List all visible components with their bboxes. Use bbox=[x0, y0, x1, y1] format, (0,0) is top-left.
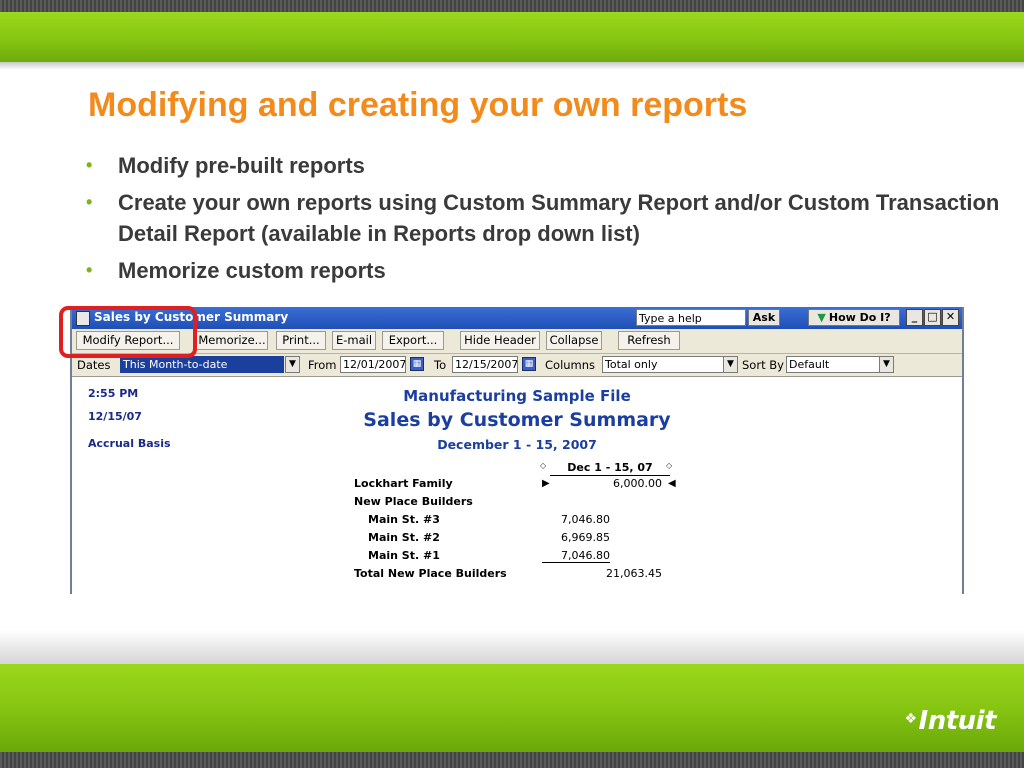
row-total: 21,063.45 bbox=[606, 567, 662, 580]
columns-select[interactable]: Total only bbox=[602, 356, 724, 373]
report-period: December 1 - 15, 2007 bbox=[437, 437, 597, 452]
table-row[interactable]: Main St. #1 7,046.80 bbox=[72, 549, 962, 567]
chevron-down-icon[interactable]: ▼ bbox=[285, 356, 300, 373]
row-label: Main St. #3 bbox=[368, 513, 440, 526]
collapse-button[interactable]: Collapse bbox=[546, 331, 602, 350]
filter-bar: Dates This Month-to-date ▼ From 12/01/20… bbox=[72, 354, 962, 377]
bullet-item: • Modify pre-built reports bbox=[80, 150, 1010, 181]
from-date-input[interactable]: 12/01/2007 bbox=[340, 356, 406, 373]
report-toolbar: Modify Report... Memorize... Print... E-… bbox=[72, 329, 962, 354]
hide-header-button[interactable]: Hide Header bbox=[460, 331, 540, 350]
row-label: New Place Builders bbox=[354, 495, 473, 508]
report-company: Manufacturing Sample File bbox=[403, 387, 631, 405]
sort-by-label: Sort By bbox=[742, 358, 784, 372]
row-label: Main St. #1 bbox=[368, 549, 440, 562]
calendar-icon[interactable]: ▦ bbox=[410, 357, 424, 371]
row-value: 7,046.80 bbox=[561, 513, 610, 526]
bullet-text: Modify pre-built reports bbox=[118, 153, 365, 178]
top-dark-strip bbox=[0, 0, 1024, 12]
memorize-button[interactable]: Memorize... bbox=[196, 331, 268, 350]
table-row[interactable]: Lockhart Family ▶ 6,000.00 ◀ bbox=[72, 477, 962, 495]
column-header[interactable]: Dec 1 - 15, 07 bbox=[550, 461, 670, 476]
bullet-text: Memorize custom reports bbox=[118, 258, 386, 283]
bullet-item: • Memorize custom reports bbox=[80, 255, 1010, 286]
to-label: To bbox=[434, 358, 447, 372]
triangle-right-icon: ▶ bbox=[542, 478, 550, 489]
slide-title: Modifying and creating your own reports bbox=[88, 86, 748, 124]
logo-text: Intuit bbox=[918, 706, 997, 736]
how-do-i-button[interactable]: ▼ How Do I? bbox=[808, 309, 900, 326]
intuit-logo: ❖Intuit bbox=[904, 706, 996, 736]
to-date-input[interactable]: 12/15/2007 bbox=[452, 356, 518, 373]
report-window: Sales by Customer Summary Type a help qu… bbox=[70, 307, 964, 594]
row-value: 7,046.80 bbox=[542, 549, 610, 563]
report-basis: Accrual Basis bbox=[88, 437, 171, 450]
print-button[interactable]: Print... bbox=[276, 331, 326, 350]
triangle-down-icon: ▼ bbox=[817, 311, 826, 324]
export-button[interactable]: Export... bbox=[382, 331, 444, 350]
column-resize-icon[interactable]: ◇ bbox=[666, 461, 672, 470]
report-body: 2:55 PM 12/15/07 Accrual Basis Manufactu… bbox=[72, 377, 962, 594]
bullet-list: • Modify pre-built reports • Create your o… bbox=[80, 150, 1010, 292]
report-title: Sales by Customer Summary bbox=[363, 409, 671, 431]
table-row[interactable]: Main St. #2 6,969.85 bbox=[72, 531, 962, 549]
chevron-down-icon[interactable]: ▼ bbox=[879, 356, 894, 373]
bottom-green-band bbox=[0, 664, 1024, 752]
bullet-text: Create your own reports using Custom Sum… bbox=[118, 190, 1000, 246]
window-titlebar[interactable]: Sales by Customer Summary Type a help qu… bbox=[72, 307, 962, 342]
column-resize-icon[interactable]: ◇ bbox=[540, 461, 546, 470]
table-row[interactable]: Main St. #3 7,046.80 bbox=[72, 513, 962, 531]
close-button[interactable]: ✕ bbox=[942, 309, 959, 326]
highlight-box bbox=[59, 306, 197, 358]
bottom-shadow bbox=[0, 630, 1024, 664]
dates-select[interactable]: This Month-to-date bbox=[120, 356, 284, 373]
logo-dots-icon: ❖ bbox=[904, 711, 917, 727]
top-shadow bbox=[0, 62, 1024, 70]
row-label: Main St. #2 bbox=[368, 531, 440, 544]
row-label: Total New Place Builders bbox=[354, 567, 507, 580]
report-date: 12/15/07 bbox=[88, 410, 142, 423]
bullet-item: • Create your own reports using Custom Su… bbox=[80, 187, 1010, 249]
bullet-icon: • bbox=[86, 155, 93, 175]
table-row[interactable]: Total New Place Builders 21,063.45 bbox=[72, 567, 962, 585]
from-label: From bbox=[308, 358, 337, 372]
chevron-down-icon[interactable]: ▼ bbox=[723, 356, 738, 373]
dates-label: Dates bbox=[77, 358, 111, 372]
columns-label: Columns bbox=[545, 358, 596, 372]
bullet-icon: • bbox=[86, 260, 93, 280]
report-time: 2:55 PM bbox=[88, 387, 139, 400]
how-do-i-label: How Do I? bbox=[828, 311, 891, 324]
row-value: 6,969.85 bbox=[561, 531, 610, 544]
minimize-button[interactable]: _ bbox=[906, 309, 923, 326]
ask-button[interactable]: Ask bbox=[748, 309, 780, 326]
triangle-left-icon: ◀ bbox=[668, 478, 676, 489]
sort-by-select[interactable]: Default bbox=[786, 356, 880, 373]
refresh-button[interactable]: Refresh bbox=[618, 331, 680, 350]
table-row[interactable]: New Place Builders bbox=[72, 495, 962, 513]
row-total: 6,000.00 bbox=[613, 477, 662, 490]
top-green-band bbox=[0, 12, 1024, 62]
bullet-icon: • bbox=[86, 192, 93, 212]
row-label: Lockhart Family bbox=[354, 477, 453, 490]
email-button[interactable]: E-mail bbox=[332, 331, 376, 350]
bottom-dark-strip bbox=[0, 752, 1024, 768]
calendar-icon[interactable]: ▦ bbox=[522, 357, 536, 371]
maximize-button[interactable]: □ bbox=[924, 309, 941, 326]
help-search-input[interactable]: Type a help question bbox=[636, 309, 746, 342]
